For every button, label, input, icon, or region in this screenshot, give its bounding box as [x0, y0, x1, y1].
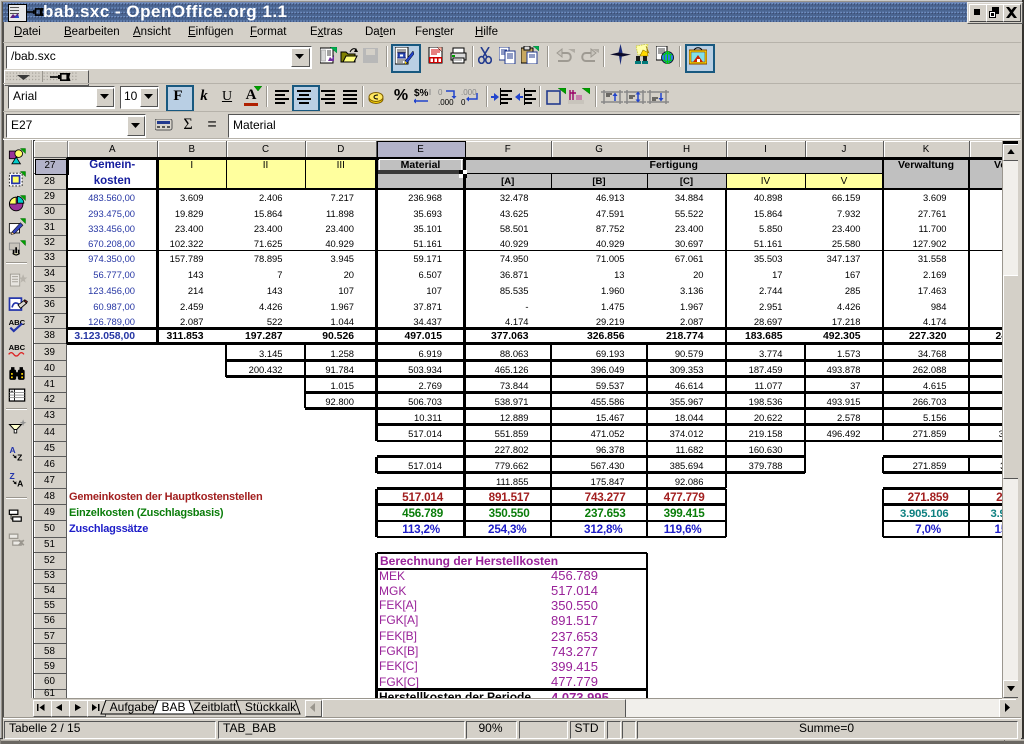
svg-text:.000: .000: [438, 98, 454, 106]
svg-text:.000: .000: [461, 88, 477, 97]
svg-text:ABC: ABC: [9, 318, 26, 327]
svg-text:0: 0: [461, 98, 466, 106]
svg-text:$%: $%: [414, 88, 429, 99]
svg-text:Z: Z: [17, 453, 22, 463]
svg-text:A: A: [10, 445, 16, 455]
svg-text:ABC: ABC: [9, 343, 26, 352]
svg-text:0: 0: [438, 88, 443, 97]
svg-text:Z: Z: [10, 471, 15, 481]
svg-text:A: A: [17, 479, 23, 489]
